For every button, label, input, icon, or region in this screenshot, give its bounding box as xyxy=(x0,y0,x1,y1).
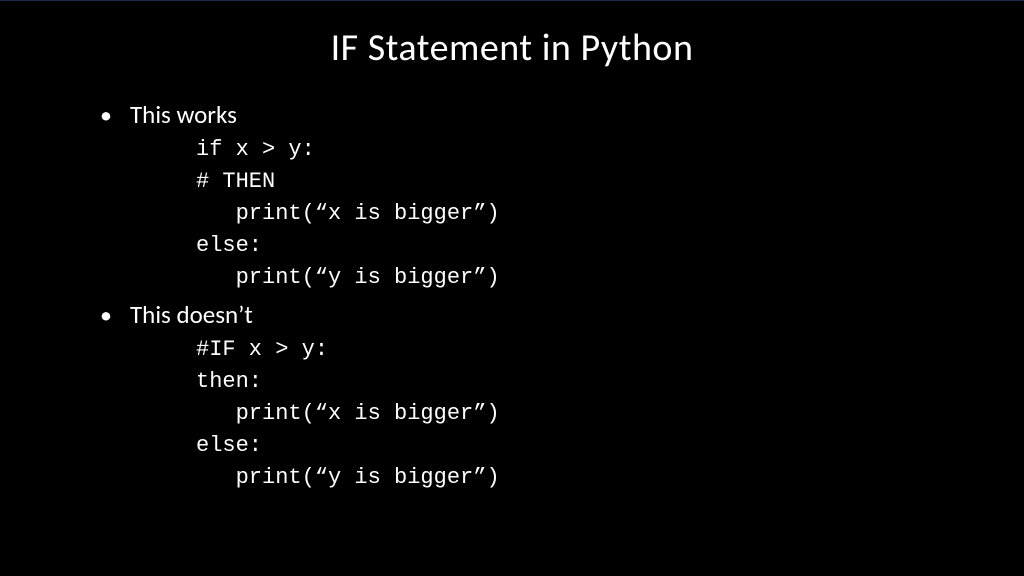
bullet-label: This doesn’t xyxy=(130,299,253,330)
bullet-label: This works xyxy=(130,99,237,130)
slide-content: This works if x > y: # THEN print(“x is … xyxy=(60,99,964,494)
bullet-item: This works xyxy=(100,99,964,130)
bullet-list: This works if x > y: # THEN print(“x is … xyxy=(100,99,964,494)
code-block: #IF x > y: then: print(“x is bigger”) el… xyxy=(100,334,964,493)
code-block: if x > y: # THEN print(“x is bigger”) el… xyxy=(100,134,964,293)
slide-container: IF Statement in Python This works if x >… xyxy=(0,1,1024,540)
bullet-item: This doesn’t xyxy=(100,299,964,330)
slide-title: IF Statement in Python xyxy=(60,25,964,71)
